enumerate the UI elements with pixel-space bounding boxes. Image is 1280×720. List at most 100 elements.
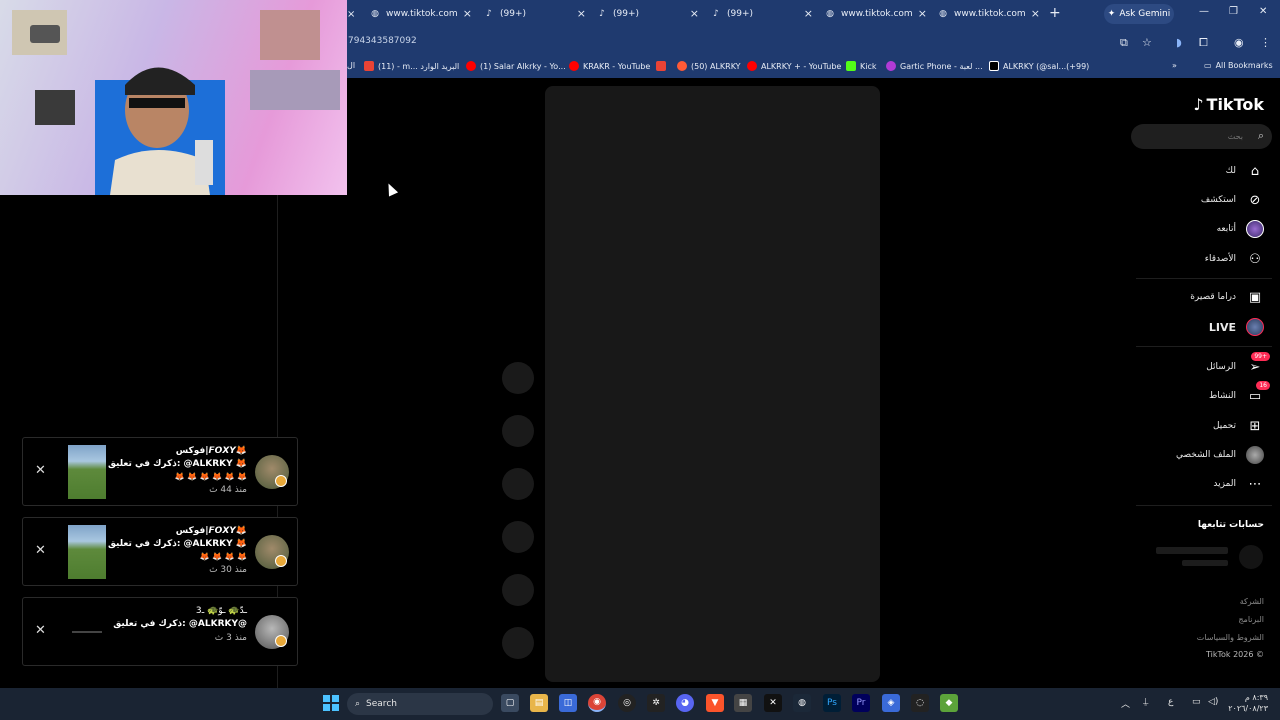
footer-terms[interactable]: الشروط والسياسات	[1197, 633, 1264, 642]
steam-icon[interactable]: ◍	[793, 694, 811, 712]
nav-messages[interactable]: الرسائل ➢ 99+	[1206, 352, 1270, 378]
new-tab-button[interactable]: +	[1049, 5, 1061, 21]
close-icon[interactable]: ×	[918, 7, 927, 20]
bookmark-partial[interactable]: ال	[347, 61, 355, 70]
nav-explore[interactable]: استكشف ⊘	[1201, 189, 1264, 211]
menu-icon[interactable]: ⋮	[1260, 36, 1271, 49]
close-icon[interactable]: ✕	[35, 623, 46, 638]
bookmark-gmail-2[interactable]	[656, 61, 666, 71]
chrome-icon[interactable]: ◉	[588, 694, 606, 712]
video-thumbnail[interactable]	[68, 445, 106, 499]
video-player-placeholder[interactable]	[545, 86, 880, 682]
nav-friends[interactable]: الأصدقاء ⚇	[1205, 248, 1264, 270]
video-thumbnail[interactable]	[68, 605, 106, 659]
save-button-placeholder[interactable]	[502, 468, 534, 500]
photoshop-icon[interactable]: Ps	[823, 694, 841, 712]
star-icon[interactable]: ☆	[1142, 36, 1152, 49]
footer-program[interactable]: البرنامج	[1238, 615, 1264, 624]
search-bar[interactable]: ⌕	[1131, 124, 1272, 149]
taskbar-clock[interactable]: ٨:٣٩ م ٢٠٢٦/٠٨/٢٣	[1228, 692, 1268, 714]
close-icon[interactable]: ×	[577, 7, 586, 20]
volume-icon[interactable]: ◁)	[1208, 697, 1218, 707]
tiktok-icon: ♪	[1193, 95, 1204, 114]
steelseries-icon[interactable]: ✲	[647, 694, 665, 712]
nav-profile[interactable]: الملف الشخصي	[1176, 444, 1264, 466]
task-view-icon[interactable]: ▢	[501, 694, 519, 712]
close-icon[interactable]: ×	[1031, 7, 1040, 20]
tab-1[interactable]: ◍ www.tiktok.com ×	[370, 3, 476, 25]
app-icon[interactable]: ◌	[911, 694, 929, 712]
tab-close-partial[interactable]: ×	[347, 3, 357, 25]
nav-live[interactable]: LIVE	[1209, 316, 1264, 338]
discord-icon[interactable]: ◕	[676, 694, 694, 712]
store-icon[interactable]: ◫	[559, 694, 577, 712]
nav-activity[interactable]: النشاط ▭ 16	[1209, 381, 1270, 407]
window-close-icon[interactable]: ✕	[1259, 6, 1267, 17]
bookmark-youtube-3[interactable]: ALKRKY + - YouTube	[747, 61, 841, 71]
bookmark-tiktok[interactable]: ALKRKY (@sal...(+99)	[989, 61, 1089, 71]
restore-icon[interactable]: ❐	[1229, 6, 1238, 17]
tab-6[interactable]: ◍ www.tiktok.com ×	[938, 3, 1044, 25]
notification-card[interactable]: ✕ فوكس|𝙁𝙊𝙓𝙔🦊 ذكرك في تعليق: @ALKRKY 🦊 🦊 …	[22, 517, 298, 586]
tiktok-logo[interactable]: ♪ TikTok	[1193, 95, 1264, 114]
notification-card[interactable]: ✕ فوكس|𝙁𝙊𝙓𝙔🦊 ذكرك في تعليق: @ALKRKY 🦊 🦊 …	[22, 437, 298, 506]
search-icon[interactable]: ⌕	[1258, 129, 1264, 143]
network-icon[interactable]: ▭	[1192, 697, 1201, 707]
bookmark-youtube-2[interactable]: KRAKR - YouTube	[569, 61, 650, 71]
close-icon[interactable]: ×	[463, 7, 472, 20]
nav-short-drama[interactable]: دراما قصيرة ▣	[1190, 286, 1264, 308]
nav-upload[interactable]: تحميل ⊞	[1213, 415, 1264, 437]
windows-start-icon[interactable]	[322, 694, 340, 712]
bookmarks-overflow-icon[interactable]: »	[1172, 61, 1177, 70]
install-icon[interactable]: ⧉	[1120, 36, 1128, 50]
url-field[interactable]: 794343587092	[348, 36, 417, 46]
profile-icon[interactable]: ◉	[1234, 36, 1244, 49]
close-icon[interactable]: ✕	[35, 543, 46, 558]
tab-5[interactable]: ◍ www.tiktok.com ×	[825, 3, 931, 25]
search-input[interactable]	[1141, 129, 1243, 144]
microphone-icon[interactable]: ⍊	[1143, 697, 1148, 707]
language-indicator[interactable]: ع	[1168, 697, 1173, 707]
close-icon[interactable]: ✕	[35, 463, 46, 478]
bookmark-label: Kick	[860, 61, 877, 71]
tab-3[interactable]: ♪ (99+) ×	[597, 3, 703, 25]
all-bookmarks[interactable]: ▭ All Bookmarks	[1204, 61, 1273, 70]
bookmark-youtube-1[interactable]: (1) Salar Alkrky - Yo...	[466, 61, 566, 71]
brave-icon[interactable]: ▼	[706, 694, 724, 712]
close-icon[interactable]: ×	[804, 7, 813, 20]
app-icon[interactable]: ◈	[882, 694, 900, 712]
bookmark-kick[interactable]: Kick	[846, 61, 877, 71]
comment-button-placeholder[interactable]	[502, 415, 534, 447]
bookmark-reddit[interactable]: (50) ALKRKY	[677, 61, 741, 71]
minecraft-icon[interactable]: ◆	[940, 694, 958, 712]
bookmark-gartic[interactable]: Gartic Phone - لعبة ...	[886, 61, 983, 71]
capcut-icon[interactable]: ✕	[764, 694, 782, 712]
streamer-silhouette	[95, 67, 225, 195]
chevron-up-icon[interactable]: ︿	[1121, 697, 1130, 710]
bookmark-gmail[interactable]: (11) - m... البريد الوارد	[364, 61, 459, 71]
premiere-icon[interactable]: Pr	[852, 694, 870, 712]
music-button-placeholder[interactable]	[502, 627, 534, 659]
obs-icon[interactable]: ◎	[618, 694, 636, 712]
action-button-placeholder[interactable]	[502, 574, 534, 606]
like-button-placeholder[interactable]	[502, 362, 534, 394]
more-icon: ⋯	[1248, 476, 1262, 492]
nav-for-you[interactable]: لك ⌂	[1226, 160, 1264, 182]
taskbar-search[interactable]: ⌕ Search	[347, 693, 493, 715]
extension-icon[interactable]: ◗	[1176, 36, 1182, 49]
tab-4[interactable]: ♪ (99+) ×	[711, 3, 817, 25]
minimize-icon[interactable]: —	[1199, 6, 1209, 17]
ask-gemini-button[interactable]: ✦ Ask Gemini	[1104, 4, 1174, 24]
share-button-placeholder[interactable]	[502, 521, 534, 553]
nav-following[interactable]: أتابعه	[1217, 218, 1264, 240]
video-thumbnail[interactable]	[68, 525, 106, 579]
app-icon[interactable]: ▦	[734, 694, 752, 712]
following-avatar	[1246, 220, 1264, 238]
close-icon[interactable]: ×	[690, 7, 699, 20]
puzzle-icon[interactable]: ⧠	[1199, 36, 1208, 50]
nav-more[interactable]: المزيد ⋯	[1213, 473, 1264, 495]
tab-2[interactable]: ♪ (99+) ×	[484, 3, 590, 25]
footer-company[interactable]: الشركة	[1240, 597, 1264, 606]
file-explorer-icon[interactable]: ▤	[530, 694, 548, 712]
notification-card[interactable]: ✕ ـدّ🐢 ـوّ🐢 ـ3 ذكرك في تعليق: @ALKRKY@ م…	[22, 597, 298, 666]
